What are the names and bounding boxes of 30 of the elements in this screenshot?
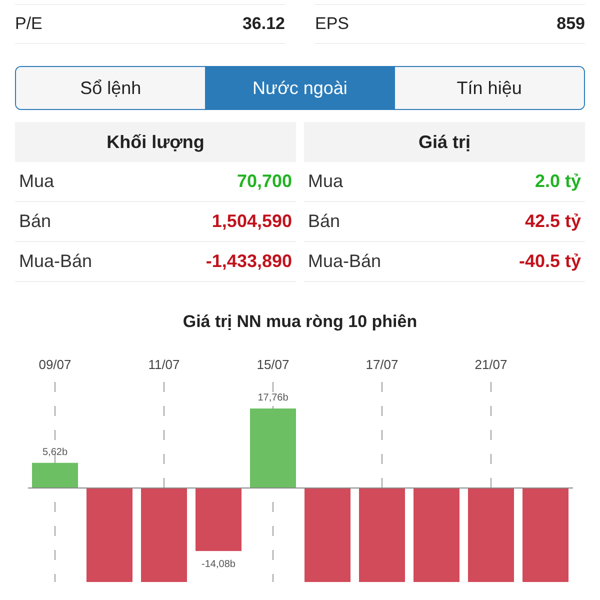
x-tick-label: 09/07 — [38, 357, 72, 372]
data-label: 17,76b — [258, 392, 288, 404]
column-header: Giá trị — [304, 122, 585, 162]
data-label: -14,08b — [202, 559, 236, 570]
x-tick-label: 17/07 — [366, 357, 398, 372]
chart-title: Giá trị NN mua ròng 10 phiên — [182, 312, 418, 333]
stat-label: EPS — [315, 14, 350, 34]
row-label: Mua — [308, 171, 344, 192]
data-label: 5,62b — [42, 446, 68, 458]
stat-value: 36.12 — [242, 14, 285, 34]
table-value: -1,433,890 — [206, 251, 292, 272]
tab[interactable]: Nước ngoài — [205, 67, 395, 109]
x-tick-label: 21/07 — [474, 357, 508, 372]
x-tick-label: 15/07 — [256, 357, 290, 372]
row-label: Mua-Bán — [308, 251, 382, 272]
stat-value: 859 — [556, 14, 585, 34]
row-label: Bán — [308, 211, 340, 232]
table-value: 42.5 tỷ — [524, 211, 581, 232]
column-header: Khối lượng — [15, 122, 296, 162]
tab[interactable]: Tín hiệu — [394, 67, 584, 109]
row-label: Mua — [19, 171, 54, 192]
table-value: -40.5 tỷ — [518, 251, 581, 272]
row-label: Mua-Bán — [19, 251, 92, 272]
stat-label: P/E — [15, 14, 42, 34]
row-label: Bán — [19, 211, 52, 232]
table-value: 1,504,590 — [212, 211, 292, 232]
table-value: 70,700 — [236, 171, 292, 192]
x-tick-label: 11/07 — [148, 357, 180, 372]
tab[interactable]: Sổ lệnh — [16, 67, 206, 109]
table-value: 2.0 tỷ — [534, 171, 581, 192]
